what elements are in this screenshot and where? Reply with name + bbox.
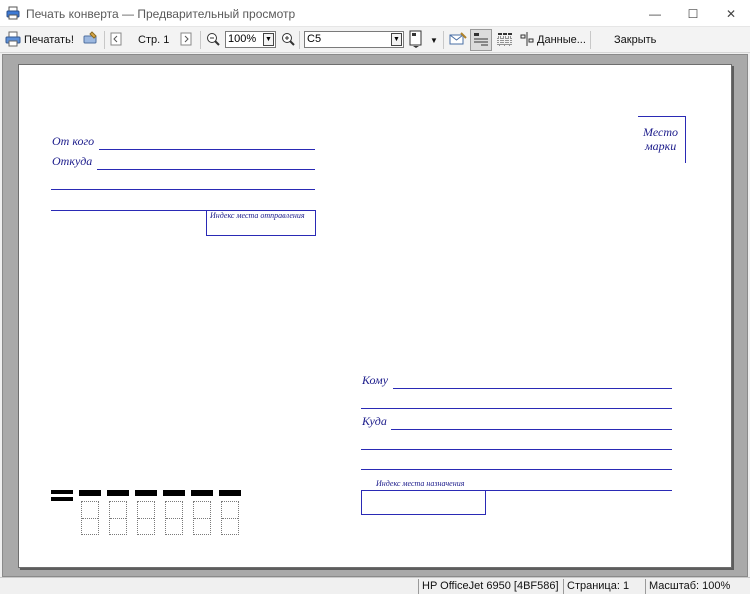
index-digit-slot	[109, 501, 127, 535]
close-icon: ✕	[725, 6, 737, 21]
previous-page-button[interactable]	[110, 29, 122, 51]
chevron-down-icon: ▼	[391, 33, 402, 46]
printer-setup-icon	[82, 30, 98, 50]
toolbar-separator	[299, 31, 300, 49]
chevron-down-icon: ▼	[430, 35, 438, 45]
chevron-down-icon: ▼	[263, 33, 274, 46]
index-digit-bar	[219, 490, 241, 496]
status-bar: HP OfficeJet 6950 [4BF586] Страница: 1 М…	[0, 577, 750, 594]
page-indicator: Стр. 1	[138, 34, 170, 46]
zoom-in-icon	[281, 32, 295, 49]
index-digit-slot	[165, 501, 183, 535]
orientation-dropdown-button[interactable]: ▼	[430, 29, 438, 51]
toolbar-separator	[200, 31, 201, 49]
recipient-name-line	[361, 408, 672, 409]
index-digit-bar	[163, 490, 185, 496]
status-page: Страница: 1	[563, 579, 643, 594]
recipient-index-box	[361, 490, 486, 515]
stamp-frame-side	[685, 116, 686, 163]
toolbar-separator	[104, 31, 105, 49]
index-marker-bar	[51, 490, 73, 494]
index-marker-bar	[51, 497, 73, 501]
maximize-icon: ☐	[687, 6, 699, 21]
status-printer: HP OfficeJet 6950 [4BF586]	[418, 579, 561, 594]
sender-address-toggle[interactable]	[470, 29, 492, 51]
toolbar-separator	[443, 31, 444, 49]
print-icon	[5, 31, 21, 50]
index-digit-bar	[191, 490, 213, 496]
next-page-button[interactable]	[180, 29, 192, 51]
stamp-frame-top	[638, 116, 685, 117]
envelope-orientation-icon	[409, 30, 423, 51]
previous-page-icon	[110, 32, 122, 49]
address-lines-icon	[473, 32, 489, 49]
status-zoom: Масштаб: 100%	[645, 579, 750, 594]
close-preview-button[interactable]: Закрыть	[614, 29, 656, 51]
zoom-select[interactable]: 100% ▼	[225, 31, 276, 48]
minimize-icon: —	[649, 6, 661, 21]
sender-address-line	[51, 189, 315, 190]
stamp-label-line1: Место	[643, 125, 678, 139]
index-digit-slot	[81, 501, 99, 535]
orientation-button[interactable]	[409, 29, 423, 51]
envelope-page: От кого Откуда Индекс места отправления …	[18, 64, 732, 568]
from-where-line	[97, 169, 315, 170]
preview-area[interactable]: От кого Откуда Индекс места отправления …	[2, 54, 748, 577]
zoom-in-button[interactable]	[281, 29, 295, 51]
print-button-label: Печатать!	[24, 34, 74, 46]
envelope-format-select[interactable]: C5 ▼	[304, 31, 404, 48]
from-label: От кого	[52, 134, 95, 148]
to-where-label: Куда	[362, 414, 387, 428]
zoom-out-button[interactable]	[206, 29, 220, 51]
printer-setup-button[interactable]	[82, 29, 98, 51]
maximize-button[interactable]: ☐	[674, 0, 712, 27]
zoom-out-icon	[206, 32, 220, 49]
close-window-button[interactable]: ✕	[712, 0, 750, 27]
title-bar: Печать конверта — Предварительный просмо…	[0, 0, 750, 27]
printer-app-icon	[6, 6, 20, 20]
data-icon	[520, 31, 534, 49]
stamp-label-line2: марки	[645, 139, 677, 153]
minimize-button[interactable]: —	[636, 0, 674, 27]
sender-index-label: Индекс места отправления	[210, 211, 305, 220]
envelope-pen-icon	[449, 31, 467, 50]
index-digit-slot	[221, 501, 239, 535]
from-where-label: Откуда	[52, 154, 93, 168]
index-digit-bar	[135, 490, 157, 496]
print-button[interactable]: Печатать!	[5, 29, 74, 51]
recipient-index-label: Индекс места назначения	[376, 479, 465, 488]
data-button[interactable]: Данные...	[520, 29, 586, 51]
toolbar: Печатать! Стр. 1 100% ▼ C5 ▼ ▼ Данные...…	[0, 27, 750, 53]
window-title: Печать конверта — Предварительный просмо…	[26, 7, 296, 21]
recipient-address-toggle[interactable]	[494, 29, 516, 51]
zoom-select-value: 100%	[228, 33, 257, 45]
index-digit-bar	[107, 490, 129, 496]
to-label: Кому	[362, 373, 389, 387]
toolbar-separator	[590, 31, 591, 49]
from-line	[99, 149, 315, 150]
envelope-settings-button[interactable]	[449, 29, 467, 51]
index-digits-icon	[497, 32, 513, 49]
index-digit-bar	[79, 490, 101, 496]
index-digit-slot	[193, 501, 211, 535]
to-line	[393, 388, 672, 389]
to-where-line	[391, 429, 672, 430]
recipient-address-line	[361, 449, 672, 450]
envelope-format-value: C5	[307, 33, 322, 45]
data-button-label: Данные...	[537, 34, 586, 46]
next-page-icon	[180, 32, 192, 49]
recipient-address-line	[361, 469, 672, 470]
index-digit-slot	[137, 501, 155, 535]
